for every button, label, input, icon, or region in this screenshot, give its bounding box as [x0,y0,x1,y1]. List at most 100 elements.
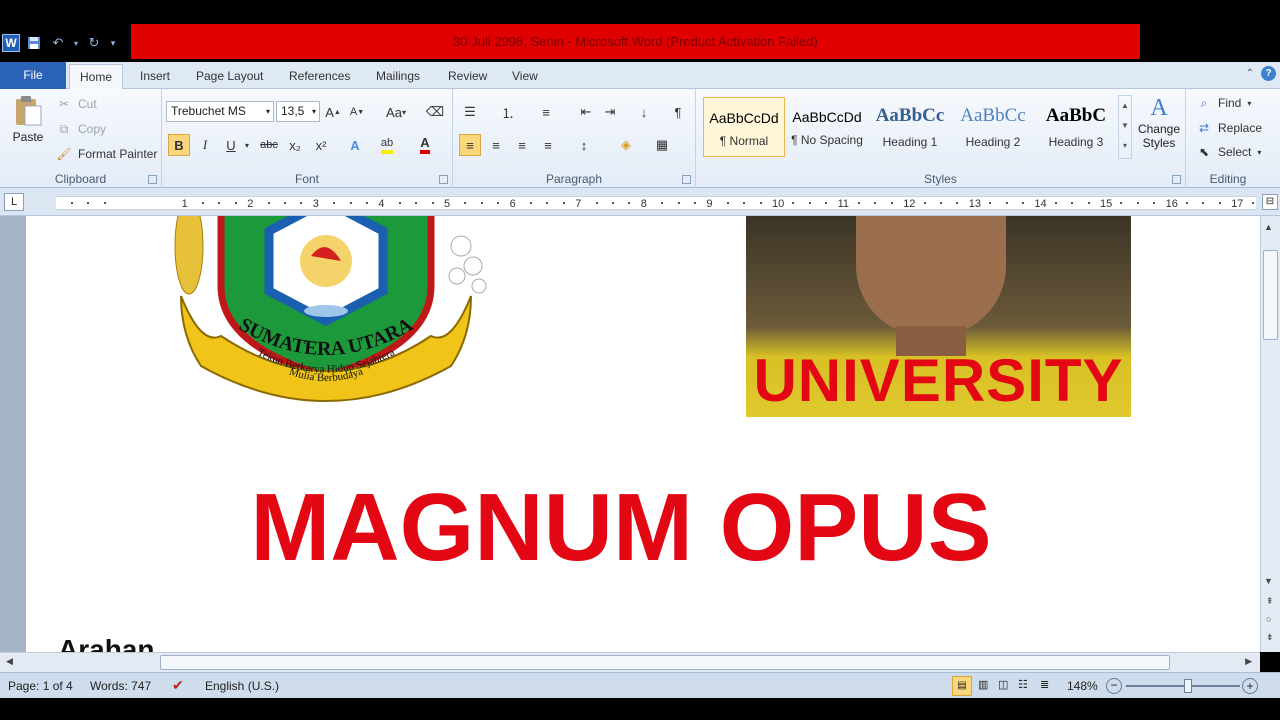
page-count[interactable]: Page: 1 of 4 [8,679,73,693]
document-heading-arahan[interactable]: Arahan [58,630,154,652]
style-heading-2[interactable]: AaBbCc Heading 2 [952,97,1034,157]
clear-formatting-icon[interactable]: ⌫ [424,101,446,123]
zoom-out-icon[interactable]: − [1106,678,1122,694]
full-screen-reading-icon[interactable]: ▥ [978,678,988,691]
multilevel-list-icon[interactable]: ≡ [535,101,557,123]
tab-page-layout[interactable]: Page Layout [186,64,273,89]
horizontal-scroll-thumb[interactable] [160,655,1170,670]
undo-dropdown-icon[interactable]: ▾ [72,33,80,53]
minimize-ribbon-icon[interactable]: ⌃ [1246,68,1254,79]
ruler-tick [234,202,237,204]
language[interactable]: English (U.S.) [205,679,279,693]
redo-icon[interactable]: ↻ [84,33,104,53]
borders-icon[interactable]: ▦ [651,134,673,156]
scroll-up-icon[interactable]: ▲ [1264,222,1273,232]
save-icon[interactable] [24,33,44,53]
underline-button[interactable]: U [220,134,242,156]
vertical-scroll-thumb[interactable] [1263,250,1278,340]
vertical-scrollbar[interactable]: ▲ ▼ ⇞ ○ ⇟ [1260,216,1280,652]
tab-file[interactable]: File [0,62,66,89]
horizontal-scrollbar[interactable]: ◀ ▶ [0,652,1260,672]
justify-icon[interactable]: ≡ [537,134,559,156]
word-count[interactable]: Words: 747 [90,679,151,693]
styles-launcher-icon[interactable] [1172,175,1181,184]
zoom-in-icon[interactable]: + [1242,678,1258,694]
tab-view[interactable]: View [502,64,548,89]
help-icon[interactable]: ? [1261,66,1276,81]
document-page[interactable]: SUMATERA UTARA Tekun Berkarya Hidup Seja… [26,216,1260,652]
style-heading-1[interactable]: AaBbCc Heading 1 [869,97,951,157]
scroll-right-icon[interactable]: ▶ [1245,656,1252,667]
style-normal[interactable]: AaBbCcDd ¶ Normal [703,97,785,157]
shading-icon[interactable]: ◈ [615,134,637,156]
increase-indent-icon[interactable]: ⇥ [599,101,621,123]
find-button[interactable]: ⌕ Find ▾ [1196,95,1252,111]
outline-icon[interactable]: ☷ [1018,678,1028,691]
scroll-down-icon[interactable]: ▼ [1264,576,1273,586]
previous-page-icon[interactable]: ⇞ [1266,596,1274,607]
underline-dropdown-icon[interactable]: ▾ [242,134,252,156]
tab-references[interactable]: References [279,64,360,89]
customize-qat-icon[interactable]: ▾ [108,33,118,53]
zoom-level[interactable]: 148% [1067,679,1098,693]
next-page-icon[interactable]: ⇟ [1266,632,1274,643]
strikethrough-button[interactable]: abc [258,134,280,156]
select-browse-object-icon[interactable]: ○ [1266,614,1271,624]
print-layout-icon[interactable]: ▤ [952,676,972,696]
select-button[interactable]: ⬉ Select ▾ [1196,144,1261,160]
font-size-combobox[interactable]: 13,5 ▾ [276,101,320,122]
zoom-slider-thumb[interactable] [1184,679,1192,693]
ruler-number: 3 [312,198,319,210]
highlight-icon[interactable]: ab [376,134,398,156]
format-painter-button[interactable]: 🖌 Format Painter [56,146,157,162]
font-color-icon[interactable]: A [414,134,436,156]
align-left-icon[interactable]: ≡ [459,134,481,156]
change-case-button[interactable]: Aa ▾ [382,101,410,123]
bullets-icon[interactable]: ☰ [459,101,481,123]
copy-button[interactable]: ⧉ Copy [56,121,106,137]
style-no-spacing[interactable]: AaBbCcDd ¶ No Spacing [786,97,868,157]
styles-scroll[interactable]: ▲ ▼ ▾ [1118,95,1132,159]
show-marks-icon[interactable]: ¶ [667,101,689,123]
sort-icon[interactable]: ↓ [633,101,655,123]
scroll-left-icon[interactable]: ◀ [6,656,13,667]
clipboard-launcher-icon[interactable] [148,175,157,184]
align-right-icon[interactable]: ≡ [511,134,533,156]
tab-mailings[interactable]: Mailings [366,64,430,89]
undo-icon[interactable]: ↶ [48,33,68,53]
grow-font-button[interactable]: A ▲ [322,101,344,123]
ruler-number: 14 [1034,198,1047,210]
bold-button[interactable]: B [168,134,190,156]
numbering-icon[interactable]: ⒈ [497,101,519,123]
web-layout-icon[interactable]: ◫ [998,678,1008,691]
font-launcher-icon[interactable] [439,175,448,184]
decrease-indent-icon[interactable]: ⇤ [575,101,597,123]
align-center-icon[interactable]: ≡ [485,134,507,156]
subscript-button[interactable]: x₂ [284,134,306,156]
proofing-icon[interactable]: ✔ [172,677,184,694]
shrink-font-button[interactable]: A ▼ [346,101,368,123]
zoom-slider-track[interactable] [1126,685,1240,687]
replace-button[interactable]: ⇄ Replace [1196,120,1262,136]
text-effects-icon[interactable]: A [344,134,366,156]
tab-home[interactable]: Home [69,64,124,90]
italic-button[interactable]: I [194,134,216,156]
cut-button[interactable]: ✂ Cut [56,96,97,112]
replace-icon: ⇄ [1198,121,1210,135]
draft-icon[interactable]: ≣ [1040,678,1049,691]
font-name-combobox[interactable]: Trebuchet MS ▾ [166,101,274,122]
style-heading-3[interactable]: AaBbC Heading 3 [1035,97,1117,157]
view-ruler-icon[interactable]: ⊟ [1262,194,1278,210]
document-headline[interactable]: MAGNUM OPUS [26,478,1216,578]
styles-group-label: Styles [924,172,957,186]
tab-selector[interactable]: L [4,193,24,211]
paste-button[interactable]: Paste [10,95,46,157]
superscript-button[interactable]: x² [310,134,332,156]
paragraph-launcher-icon[interactable] [682,175,691,184]
line-spacing-icon[interactable]: ↕ [573,134,595,156]
word-logo-icon[interactable]: W [2,34,20,52]
change-styles-button[interactable]: A Change Styles [1134,95,1184,165]
tab-review[interactable]: Review [438,64,497,89]
tab-insert[interactable]: Insert [130,64,180,89]
ruler-strip[interactable]: 1 2 3 4 5 6 7 8 9 10 11 12 13 14 15 16 17 [56,196,1256,210]
